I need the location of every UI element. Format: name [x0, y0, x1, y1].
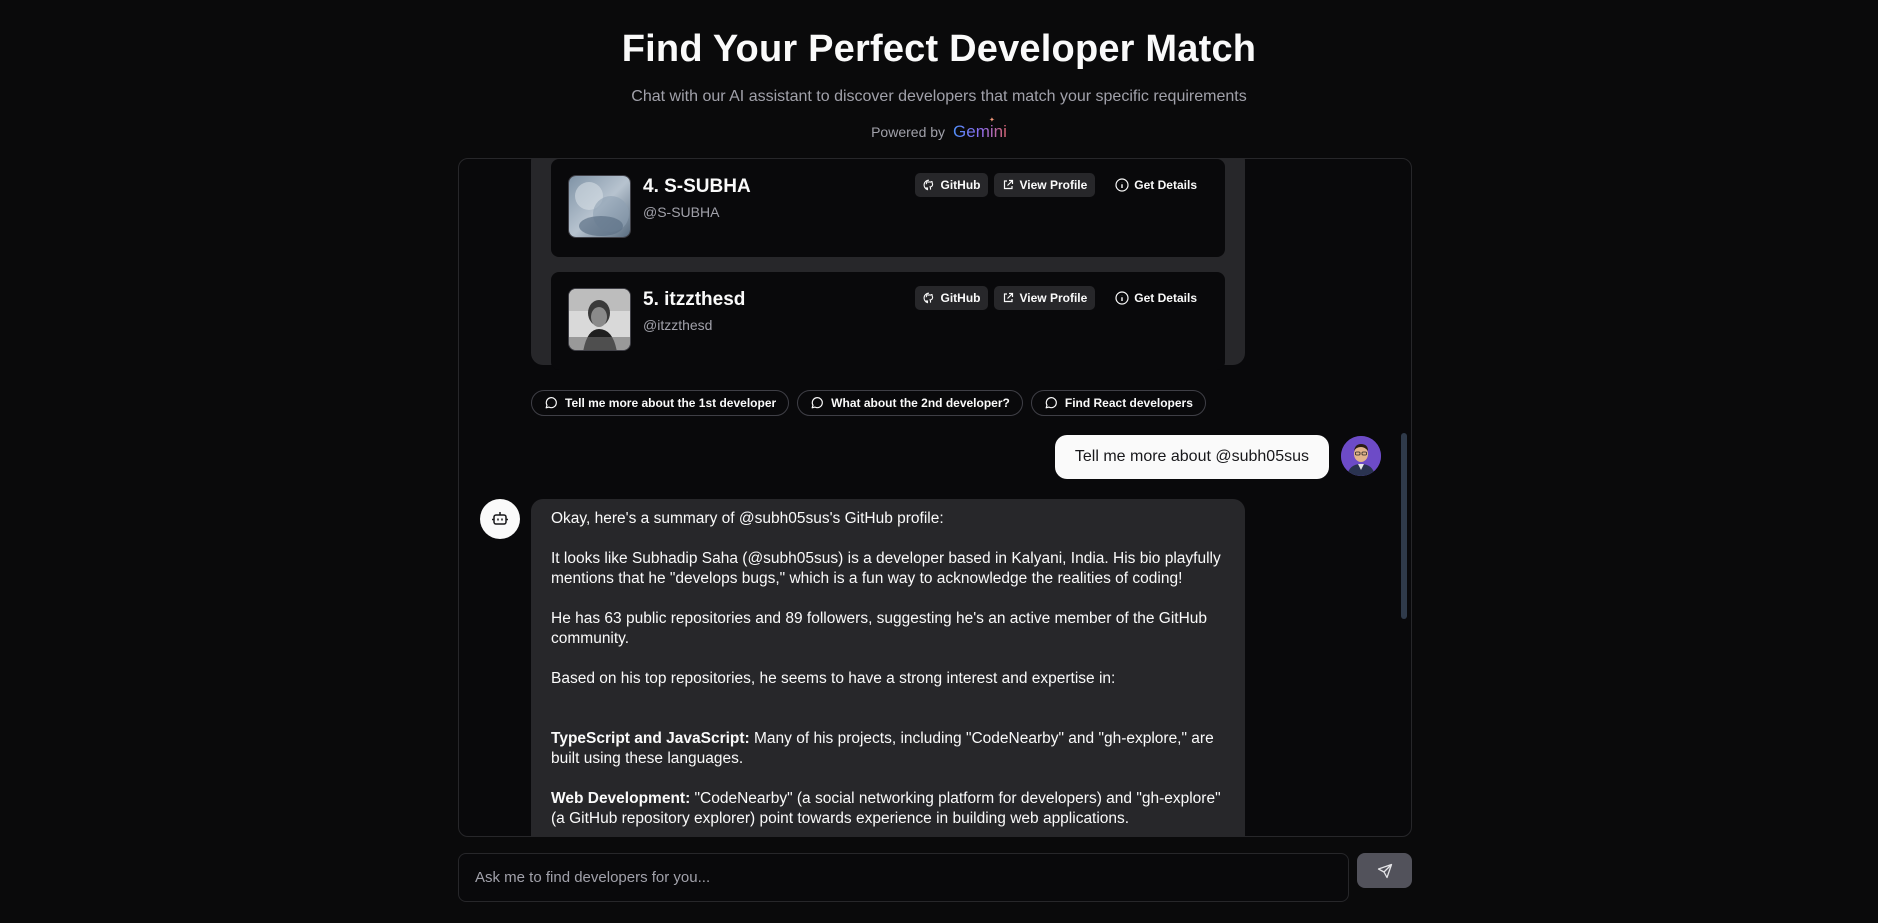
message-paragraph: Okay, here's a summary of @subh05sus's G…: [551, 510, 944, 527]
developer-card: 4. S-SUBHA @S-SUBHA GitHub View Profile …: [551, 159, 1225, 257]
github-icon: [924, 292, 934, 304]
view-profile-button[interactable]: View Profile: [994, 173, 1096, 197]
page: Find Your Perfect Developer Match Chat w…: [0, 0, 1878, 923]
developer-card: 5. itzzthesd @itzzthesd GitHub View Prof…: [551, 272, 1225, 370]
get-details-button[interactable]: Get Details: [1101, 173, 1205, 197]
powered-by-label: Powered by: [871, 124, 946, 140]
suggestion-chip[interactable]: Find React developers: [1030, 390, 1206, 416]
get-details-button[interactable]: Get Details: [1101, 286, 1205, 310]
hero: Find Your Perfect Developer Match Chat w…: [0, 24, 1878, 142]
developer-results-card: 4. S-SUBHA @S-SUBHA GitHub View Profile …: [531, 159, 1245, 370]
developer-avatar: [568, 288, 631, 351]
user-avatar: [1341, 436, 1381, 476]
message-list-item: TypeScript and JavaScript: Many of his p…: [551, 730, 1214, 767]
assistant-message: Okay, here's a summary of @subh05sus's G…: [531, 499, 1245, 836]
info-icon: [1115, 291, 1129, 305]
chat-panel[interactable]: 4. S-SUBHA @S-SUBHA GitHub View Profile …: [458, 158, 1412, 837]
suggestion-chip[interactable]: Tell me more about the 1st developer: [531, 390, 790, 416]
chat-scrollbar[interactable]: [1401, 433, 1407, 619]
chat-input[interactable]: [475, 869, 1332, 886]
message-list-item: Web Development: "CodeNearby" (a social …: [551, 790, 1221, 827]
page-subtitle: Chat with our AI assistant to discover d…: [631, 88, 1247, 105]
page-title: Find Your Perfect Developer Match: [621, 28, 1257, 70]
github-icon: [924, 179, 934, 191]
bot-icon: [492, 512, 508, 525]
message-composer[interactable]: [458, 853, 1349, 902]
developer-actions: GitHub View Profile Get Details: [915, 173, 1205, 197]
message-circle-icon: [545, 397, 557, 409]
external-link-icon: [1004, 179, 1014, 190]
developer-handle: @itzzthesd: [643, 317, 713, 333]
developer-actions: GitHub View Profile Get Details: [915, 286, 1205, 310]
info-icon: [1115, 178, 1129, 192]
suggestion-chip[interactable]: What about the 2nd developer?: [797, 390, 1023, 416]
view-profile-button[interactable]: View Profile: [994, 286, 1096, 310]
message-circle-icon: [1045, 397, 1057, 409]
gemini-logo: Gemini ✦: [953, 117, 1007, 141]
message-paragraph: It looks like Subhadip Saha (@subh05sus)…: [551, 550, 1221, 587]
message-circle-icon: [811, 397, 824, 409]
send-icon: [1377, 863, 1392, 878]
suggestion-chips: Tell me more about the 1st developer Wha…: [531, 390, 1206, 416]
developer-name: 4. S-SUBHA: [643, 176, 751, 197]
send-button[interactable]: [1357, 853, 1412, 888]
message-paragraph: Based on his top repositories, he seems …: [551, 670, 1116, 687]
github-button[interactable]: GitHub: [915, 286, 989, 310]
message-paragraph: He has 63 public repositories and 89 fol…: [551, 610, 1208, 647]
github-button[interactable]: GitHub: [915, 173, 989, 197]
user-message: Tell me more about @subh05sus: [1054, 435, 1329, 479]
external-link-icon: [1004, 292, 1014, 303]
developer-handle: @S-SUBHA: [643, 204, 720, 220]
developer-name: 5. itzzthesd: [643, 289, 746, 310]
bot-avatar: [480, 499, 520, 539]
developer-avatar: [568, 175, 631, 238]
powered-by: Powered by Gemini ✦: [0, 117, 1878, 142]
